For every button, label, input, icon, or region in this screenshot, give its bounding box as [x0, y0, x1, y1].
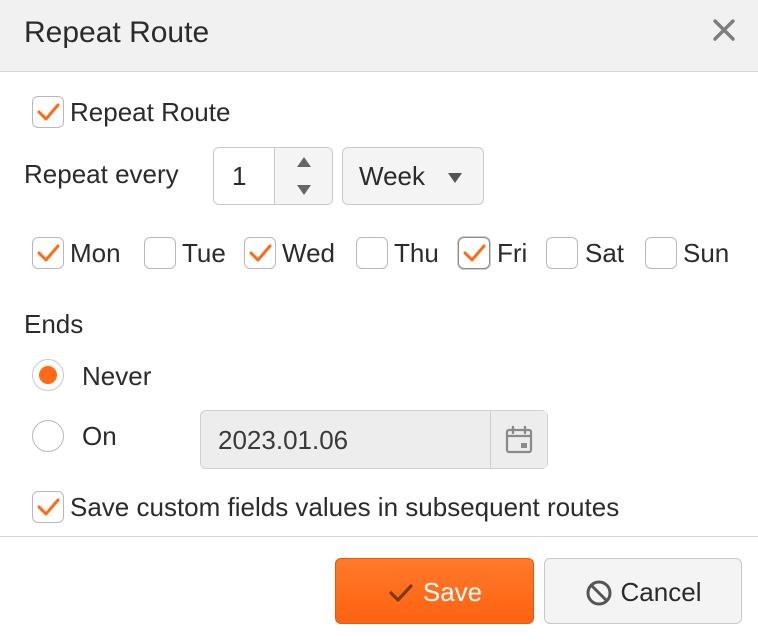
chevron-down-icon — [448, 173, 462, 183]
cancel-button-label: Cancel — [620, 577, 702, 607]
ends-on-label: On — [82, 421, 117, 451]
day-checkbox-mon[interactable] — [32, 237, 64, 269]
repeat-route-checkbox[interactable] — [32, 96, 64, 128]
cancel-button[interactable]: Cancel — [544, 558, 742, 624]
dialog-title: Repeat Route — [24, 16, 210, 49]
repeat-unit-value: Week — [359, 161, 425, 191]
day-label-tue: Tue — [182, 238, 226, 268]
repeat-interval-value[interactable]: 1 — [232, 161, 246, 192]
checkmark-icon — [389, 583, 413, 602]
dialog-titlebar: Repeat Route — [0, 0, 758, 72]
close-icon — [713, 19, 735, 41]
calendar-button[interactable] — [490, 411, 547, 468]
increment-button[interactable] — [275, 148, 332, 176]
save-custom-fields-checkbox[interactable] — [32, 491, 64, 523]
ends-never-radio[interactable] — [32, 359, 64, 391]
ban-icon — [586, 580, 612, 605]
day-checkbox-sat[interactable] — [546, 237, 578, 269]
ends-never-label: Never — [82, 361, 152, 391]
radio-selected-dot — [39, 366, 57, 384]
save-button-content: Save — [336, 577, 533, 608]
end-date-picker[interactable]: 2023.01.06 — [200, 410, 548, 469]
day-checkbox-sun[interactable] — [645, 237, 677, 269]
save-button-label: Save — [422, 577, 483, 607]
calendar-icon — [505, 425, 533, 454]
repeat-every-label: Repeat every — [24, 159, 179, 189]
day-checkbox-tue[interactable] — [144, 237, 176, 269]
close-button[interactable] — [706, 12, 742, 48]
repeat-route-label: Repeat Route — [70, 97, 231, 127]
repeat-unit-select[interactable]: Week — [342, 147, 484, 205]
day-checkbox-thu[interactable] — [356, 237, 388, 269]
checkmark-icon — [37, 244, 60, 262]
dialog-footer: Save Cancel — [0, 536, 758, 642]
triangle-up-icon — [297, 157, 311, 167]
repeat-interval-stepper[interactable]: 1 — [213, 147, 333, 205]
cancel-button-content: Cancel — [545, 577, 741, 608]
save-button[interactable]: Save — [335, 558, 534, 624]
day-label-thu: Thu — [394, 238, 439, 268]
day-label-sat: Sat — [585, 238, 625, 268]
checkmark-icon — [249, 244, 272, 262]
end-date-field[interactable]: 2023.01.06 — [218, 425, 348, 456]
ends-label: Ends — [24, 309, 84, 339]
repeat-route-dialog: Repeat Route Repeat Route Repeat every 1… — [0, 0, 758, 642]
day-checkbox-fri[interactable] — [458, 237, 490, 269]
checkmark-icon — [37, 498, 60, 516]
triangle-down-icon — [297, 185, 311, 195]
save-custom-fields-label: Save custom fields values in subsequent … — [70, 492, 620, 522]
decrement-button[interactable] — [275, 176, 332, 204]
checkmark-icon — [463, 244, 486, 262]
stepper-buttons — [274, 148, 332, 204]
day-checkbox-wed[interactable] — [244, 237, 276, 269]
ends-on-radio[interactable] — [32, 420, 64, 452]
day-label-wed: Wed — [282, 238, 335, 268]
checkmark-icon — [37, 103, 60, 121]
day-label-fri: Fri — [497, 238, 528, 268]
day-label-sun: Sun — [683, 238, 730, 268]
day-label-mon: Mon — [70, 238, 121, 268]
